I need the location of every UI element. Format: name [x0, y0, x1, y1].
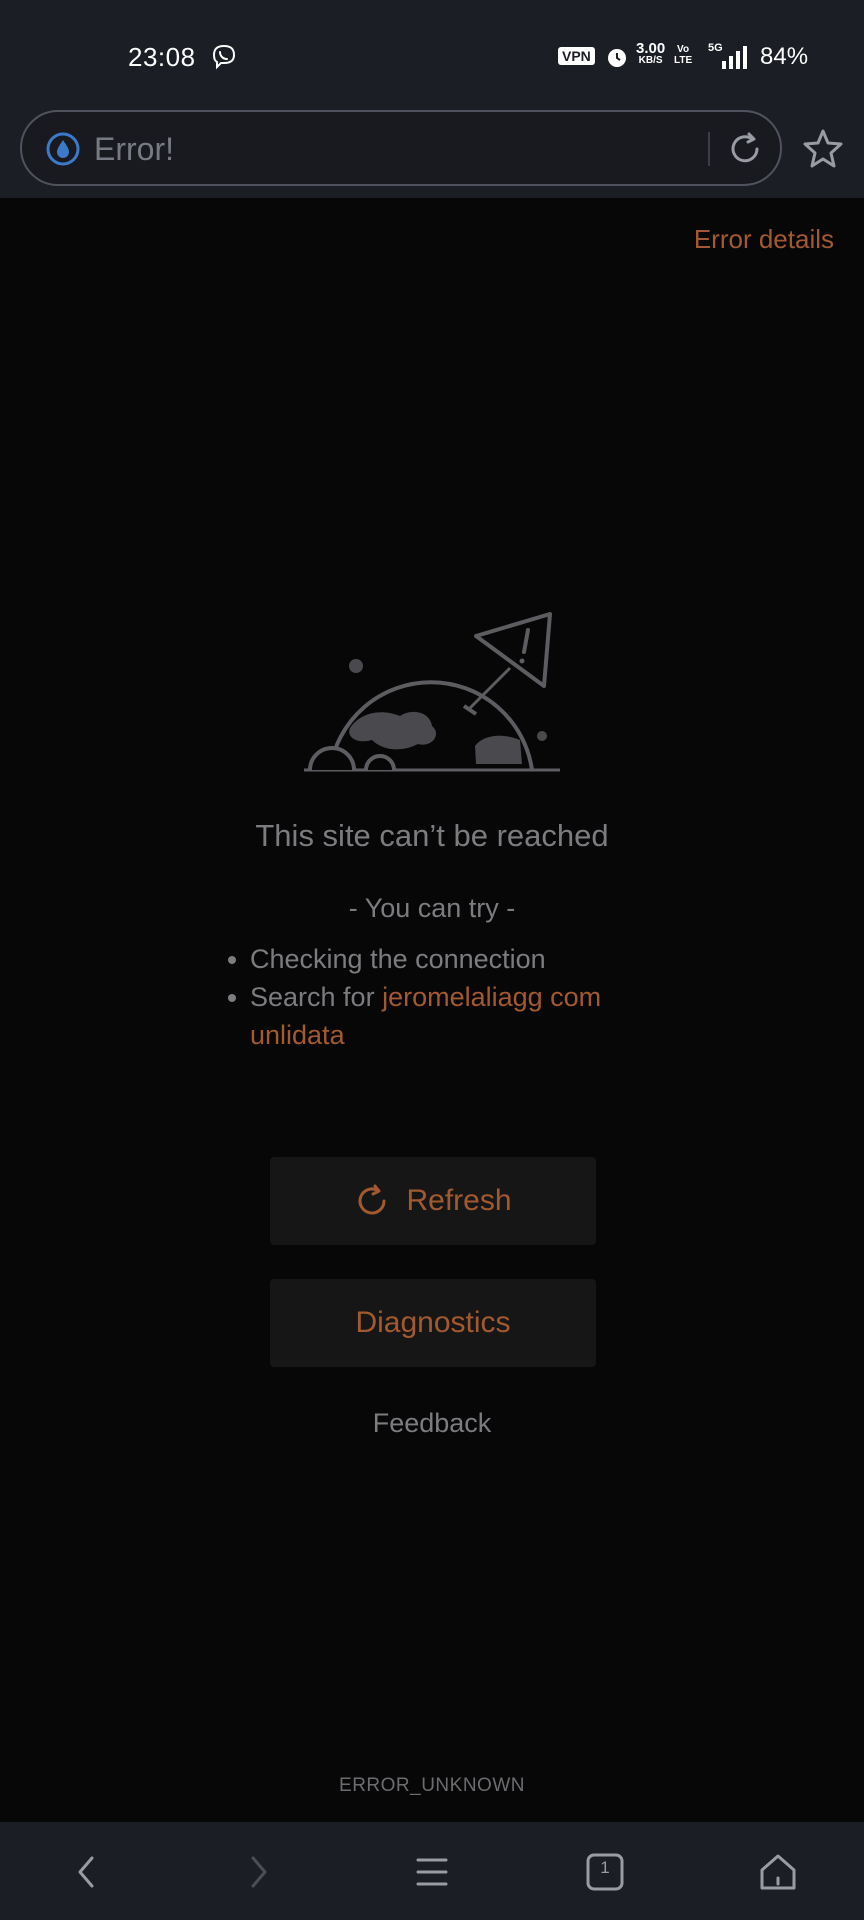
suggestions-list: Checking the connection Search for jerom… [228, 940, 648, 1054]
status-bar: 23:08 VPN 3.00 KB/S Vo LTE 5G 84% [0, 0, 864, 110]
broken-globe-illustration [304, 612, 560, 772]
refresh-icon [358, 1184, 386, 1215]
signal-icon [722, 46, 747, 69]
error-code: ERROR_UNKNOWN [339, 1775, 525, 1796]
back-icon[interactable] [60, 1846, 112, 1898]
forward-icon[interactable] [233, 1846, 285, 1898]
viber-icon [212, 44, 236, 70]
alarm-icon [608, 49, 626, 67]
url-divider [708, 132, 710, 166]
address-bar[interactable]: Error! [20, 110, 782, 186]
tab-count: 1 [600, 1858, 610, 1877]
feedback-link[interactable]: Feedback [0, 1408, 864, 1439]
battery-level: 84% [760, 43, 809, 70]
site-info-icon[interactable] [44, 130, 82, 168]
suggestion-search-prefix: Search for [250, 982, 375, 1012]
bookmark-star-icon[interactable] [800, 126, 846, 172]
browser-toolbar: Error! [0, 110, 864, 198]
suggestion-search: Search for jeromelaliagg com unlidata [228, 978, 648, 1054]
error-details-link[interactable]: Error details [694, 224, 834, 255]
suggestion-check-connection: Checking the connection [228, 940, 648, 978]
volte-indicator: Vo LTE [674, 44, 693, 66]
diagnostics-button[interactable]: Diagnostics [270, 1279, 596, 1367]
tabs-button[interactable]: 1 [579, 1846, 631, 1898]
status-time: 23:08 [128, 42, 196, 72]
refresh-label: Refresh [406, 1184, 512, 1217]
error-title: This site can’t be reached [255, 818, 609, 853]
vpn-badge: VPN [558, 47, 595, 65]
bottom-nav-bar: 1 [0, 1822, 864, 1920]
url-text[interactable]: Error! [94, 131, 174, 168]
refresh-button[interactable]: Refresh [270, 1157, 596, 1245]
diagnostics-label: Diagnostics [355, 1306, 511, 1339]
menu-icon[interactable] [406, 1846, 458, 1898]
network-speed: 3.00 KB/S [636, 40, 666, 66]
reload-icon[interactable] [724, 128, 766, 170]
home-icon[interactable] [752, 1846, 804, 1898]
try-heading: - You can try - [348, 893, 516, 923]
